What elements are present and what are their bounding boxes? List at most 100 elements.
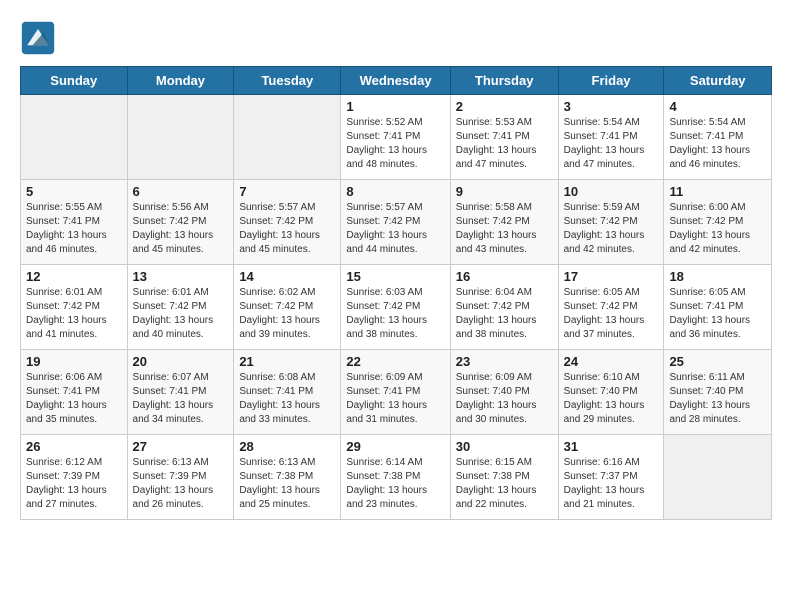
day-info: Sunrise: 5:57 AM Sunset: 7:42 PM Dayligh… — [239, 201, 335, 257]
calendar-cell: 24Sunrise: 6:10 AM Sunset: 7:40 PM Dayli… — [558, 350, 664, 435]
day-info: Sunrise: 5:54 AM Sunset: 7:41 PM Dayligh… — [669, 116, 766, 172]
day-number: 14 — [239, 269, 335, 284]
day-info: Sunrise: 6:13 AM Sunset: 7:39 PM Dayligh… — [133, 456, 229, 512]
day-number: 6 — [133, 184, 229, 199]
day-number: 26 — [26, 439, 122, 454]
calendar-cell: 31Sunrise: 6:16 AM Sunset: 7:37 PM Dayli… — [558, 435, 664, 520]
calendar-cell: 22 Sunrise: 6:09 AM Sunset: 7:41 PM Dayli… — [341, 350, 450, 435]
day-number: 29 — [346, 439, 444, 454]
calendar-cell: 2 Sunrise: 5:53 AM Sunset: 7:41 PM Daylig… — [450, 95, 558, 180]
day-info: Sunrise: 6:00 AM Sunset: 7:42 PM Dayligh… — [669, 201, 766, 257]
day-info: Sunrise: 6:12 AM Sunset: 7:39 PM Dayligh… — [26, 456, 122, 512]
day-number: 4 — [669, 99, 766, 114]
day-number: 16 — [456, 269, 553, 284]
calendar-cell: 16Sunrise: 6:04 AM Sunset: 7:42 PM Dayli… — [450, 265, 558, 350]
day-header-saturday: Saturday — [664, 67, 772, 95]
day-number: 21 — [239, 354, 335, 369]
day-number: 27 — [133, 439, 229, 454]
day-info: Sunrise: 6:11 AM Sunset: 7:40 PM Dayligh… — [669, 371, 766, 427]
day-number: 10 — [564, 184, 659, 199]
calendar-cell — [21, 95, 128, 180]
calendar-cell: 17 Sunrise: 6:05 AM Sunset: 7:42 PM Dayli… — [558, 265, 664, 350]
logo — [20, 20, 60, 56]
day-info: Sunrise: 5:57 AM Sunset: 7:42 PM Dayligh… — [346, 201, 444, 257]
day-info: Sunrise: 5:55 AM Sunset: 7:41 PM Dayligh… — [26, 201, 122, 257]
calendar-cell: 25Sunrise: 6:11 AM Sunset: 7:40 PM Dayli… — [664, 350, 772, 435]
day-header-thursday: Thursday — [450, 67, 558, 95]
day-info: Sunrise: 5:53 AM Sunset: 7:41 PM Dayligh… — [456, 116, 553, 172]
day-info: Sunrise: 6:08 AM Sunset: 7:41 PM Dayligh… — [239, 371, 335, 427]
calendar-cell: 14 Sunrise: 6:02 AM Sunset: 7:42 PM Dayli… — [234, 265, 341, 350]
day-info: Sunrise: 5:52 AM Sunset: 7:41 PM Dayligh… — [346, 116, 444, 172]
day-info: Sunrise: 6:06 AM Sunset: 7:41 PM Dayligh… — [26, 371, 122, 427]
calendar-cell: 13 Sunrise: 6:01 AM Sunset: 7:42 PM Dayli… — [127, 265, 234, 350]
day-number: 19 — [26, 354, 122, 369]
calendar-cell: 12 Sunrise: 6:01 AM Sunset: 7:42 PM Dayli… — [21, 265, 128, 350]
day-info: Sunrise: 6:09 AM Sunset: 7:40 PM Dayligh… — [456, 371, 553, 427]
day-info: Sunrise: 5:54 AM Sunset: 7:41 PM Dayligh… — [564, 116, 659, 172]
calendar-table: SundayMondayTuesdayWednesdayThursdayFrid… — [20, 66, 772, 520]
calendar-cell: 11 Sunrise: 6:00 AM Sunset: 7:42 PM Dayli… — [664, 180, 772, 265]
day-info: Sunrise: 6:05 AM Sunset: 7:41 PM Dayligh… — [669, 286, 766, 342]
day-info: Sunrise: 6:09 AM Sunset: 7:41 PM Dayligh… — [346, 371, 444, 427]
calendar-cell: 6 Sunrise: 5:56 AM Sunset: 7:42 PM Daylig… — [127, 180, 234, 265]
day-number: 1 — [346, 99, 444, 114]
calendar-cell — [127, 95, 234, 180]
day-info: Sunrise: 5:56 AM Sunset: 7:42 PM Dayligh… — [133, 201, 229, 257]
day-number: 7 — [239, 184, 335, 199]
day-number: 30 — [456, 439, 553, 454]
day-info: Sunrise: 6:01 AM Sunset: 7:42 PM Dayligh… — [133, 286, 229, 342]
day-info: Sunrise: 6:01 AM Sunset: 7:42 PM Dayligh… — [26, 286, 122, 342]
day-number: 22 — [346, 354, 444, 369]
day-header-tuesday: Tuesday — [234, 67, 341, 95]
week-row-5: 26 Sunrise: 6:12 AM Sunset: 7:39 PM Dayli… — [21, 435, 772, 520]
day-number: 12 — [26, 269, 122, 284]
calendar-cell: 18 Sunrise: 6:05 AM Sunset: 7:41 PM Dayli… — [664, 265, 772, 350]
day-number: 2 — [456, 99, 553, 114]
calendar-cell: 19 Sunrise: 6:06 AM Sunset: 7:41 PM Dayli… — [21, 350, 128, 435]
day-info: Sunrise: 6:03 AM Sunset: 7:42 PM Dayligh… — [346, 286, 444, 342]
day-header-friday: Friday — [558, 67, 664, 95]
calendar-cell — [234, 95, 341, 180]
day-header-monday: Monday — [127, 67, 234, 95]
day-info: Sunrise: 6:15 AM Sunset: 7:38 PM Dayligh… — [456, 456, 553, 512]
calendar-cell: 26 Sunrise: 6:12 AM Sunset: 7:39 PM Dayli… — [21, 435, 128, 520]
calendar-cell: 29 Sunrise: 6:14 AM Sunset: 7:38 PM Dayli… — [341, 435, 450, 520]
calendar-cell: 30 Sunrise: 6:15 AM Sunset: 7:38 PM Dayli… — [450, 435, 558, 520]
day-info: Sunrise: 6:14 AM Sunset: 7:38 PM Dayligh… — [346, 456, 444, 512]
calendar-cell: 5 Sunrise: 5:55 AM Sunset: 7:41 PM Daylig… — [21, 180, 128, 265]
day-info: Sunrise: 5:58 AM Sunset: 7:42 PM Dayligh… — [456, 201, 553, 257]
day-info: Sunrise: 6:02 AM Sunset: 7:42 PM Dayligh… — [239, 286, 335, 342]
logo-icon — [20, 20, 56, 56]
calendar-cell: 7 Sunrise: 5:57 AM Sunset: 7:42 PM Daylig… — [234, 180, 341, 265]
calendar-cell: 1 Sunrise: 5:52 AM Sunset: 7:41 PM Daylig… — [341, 95, 450, 180]
day-number: 8 — [346, 184, 444, 199]
day-number: 9 — [456, 184, 553, 199]
calendar-cell: 4 Sunrise: 5:54 AM Sunset: 7:41 PM Daylig… — [664, 95, 772, 180]
day-number: 13 — [133, 269, 229, 284]
day-info: Sunrise: 5:59 AM Sunset: 7:42 PM Dayligh… — [564, 201, 659, 257]
days-header-row: SundayMondayTuesdayWednesdayThursdayFrid… — [21, 67, 772, 95]
day-number: 11 — [669, 184, 766, 199]
page-header — [20, 20, 772, 56]
day-number: 3 — [564, 99, 659, 114]
day-info: Sunrise: 6:07 AM Sunset: 7:41 PM Dayligh… — [133, 371, 229, 427]
day-info: Sunrise: 6:13 AM Sunset: 7:38 PM Dayligh… — [239, 456, 335, 512]
calendar-cell: 28Sunrise: 6:13 AM Sunset: 7:38 PM Dayli… — [234, 435, 341, 520]
day-header-sunday: Sunday — [21, 67, 128, 95]
calendar-cell: 9 Sunrise: 5:58 AM Sunset: 7:42 PM Daylig… — [450, 180, 558, 265]
day-number: 15 — [346, 269, 444, 284]
day-number: 23 — [456, 354, 553, 369]
day-number: 5 — [26, 184, 122, 199]
week-row-4: 19 Sunrise: 6:06 AM Sunset: 7:41 PM Dayli… — [21, 350, 772, 435]
calendar-cell: 3 Sunrise: 5:54 AM Sunset: 7:41 PM Daylig… — [558, 95, 664, 180]
week-row-1: 1 Sunrise: 5:52 AM Sunset: 7:41 PM Daylig… — [21, 95, 772, 180]
day-number: 17 — [564, 269, 659, 284]
day-number: 18 — [669, 269, 766, 284]
day-info: Sunrise: 6:05 AM Sunset: 7:42 PM Dayligh… — [564, 286, 659, 342]
calendar-cell — [664, 435, 772, 520]
week-row-3: 12 Sunrise: 6:01 AM Sunset: 7:42 PM Dayli… — [21, 265, 772, 350]
week-row-2: 5 Sunrise: 5:55 AM Sunset: 7:41 PM Daylig… — [21, 180, 772, 265]
calendar-cell: 23 Sunrise: 6:09 AM Sunset: 7:40 PM Dayli… — [450, 350, 558, 435]
day-number: 31 — [564, 439, 659, 454]
